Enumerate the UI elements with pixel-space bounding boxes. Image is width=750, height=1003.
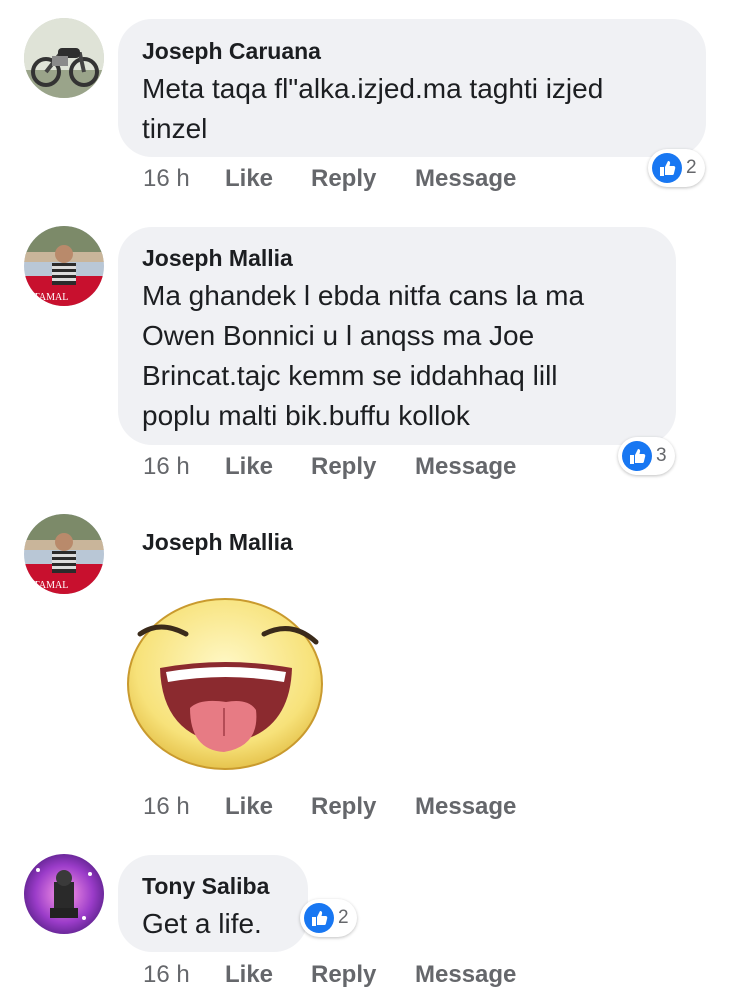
thumbs-up-icon	[304, 903, 334, 933]
comment-bubble[interactable]: Tony Saliba Get a life.	[118, 855, 308, 952]
comment-timestamp[interactable]: 16 h	[143, 165, 225, 193]
reaction-count: 2	[338, 907, 349, 928]
like-button[interactable]: Like	[225, 793, 311, 821]
reply-button[interactable]: Reply	[311, 961, 415, 989]
motorcycle-avatar-image	[24, 18, 104, 98]
reaction-badge[interactable]: 2	[648, 149, 705, 187]
comment-timestamp[interactable]: 16 h	[143, 961, 225, 989]
comment-bubble[interactable]: Joseph Caruana Meta taqa fl"alka.izjed.m…	[118, 19, 706, 157]
reaction-badge[interactable]: 2	[300, 899, 357, 937]
like-button[interactable]: Like	[225, 961, 311, 989]
avatar-caption: STAMAL	[28, 580, 68, 591]
reaction-count: 2	[686, 157, 697, 178]
comment-actions: 16 h Like Reply Message	[143, 958, 516, 992]
person-avatar-image: STAMAL	[24, 514, 104, 594]
message-button[interactable]: Message	[415, 165, 516, 193]
avatar[interactable]	[24, 854, 104, 934]
laughing-tongue-emoji-icon[interactable]	[120, 586, 330, 772]
reply-button[interactable]: Reply	[311, 453, 415, 481]
comment-author[interactable]: Joseph Mallia	[142, 244, 652, 272]
thumbs-up-icon	[652, 153, 682, 183]
person-avatar-image	[24, 854, 104, 934]
avatar[interactable]	[24, 18, 104, 98]
reaction-count: 3	[656, 445, 667, 466]
comment-bubble[interactable]: Joseph Mallia Ma ghandek l ebda nitfa ca…	[118, 227, 676, 445]
avatar[interactable]: STAMAL	[24, 226, 104, 306]
reply-button[interactable]: Reply	[311, 165, 415, 193]
comment-text: Meta taqa fl"alka.izjed.ma taghti izjed …	[142, 73, 604, 144]
avatar-caption: STAMAL	[28, 292, 68, 303]
comment-timestamp[interactable]: 16 h	[143, 793, 225, 821]
comment-actions: 16 h Like Reply Message	[143, 162, 516, 196]
thumbs-up-icon	[622, 441, 652, 471]
person-avatar-image: STAMAL	[24, 226, 104, 306]
comment-text: Ma ghandek l ebda nitfa cans la ma Owen …	[142, 280, 585, 431]
reaction-badge[interactable]: 3	[618, 437, 675, 475]
like-button[interactable]: Like	[225, 453, 311, 481]
message-button[interactable]: Message	[415, 453, 516, 481]
comment-actions: 16 h Like Reply Message	[143, 790, 516, 824]
comment-timestamp[interactable]: 16 h	[143, 453, 225, 481]
comment-author[interactable]: Joseph Mallia	[142, 528, 293, 556]
message-button[interactable]: Message	[415, 961, 516, 989]
avatar[interactable]: STAMAL	[24, 514, 104, 594]
comment-author[interactable]: Joseph Caruana	[142, 37, 682, 65]
comment-author[interactable]: Tony Saliba	[142, 872, 284, 900]
like-button[interactable]: Like	[225, 165, 311, 193]
comment-text: Get a life.	[142, 908, 262, 939]
message-button[interactable]: Message	[415, 793, 516, 821]
reply-button[interactable]: Reply	[311, 793, 415, 821]
comment-actions: 16 h Like Reply Message	[143, 450, 516, 484]
